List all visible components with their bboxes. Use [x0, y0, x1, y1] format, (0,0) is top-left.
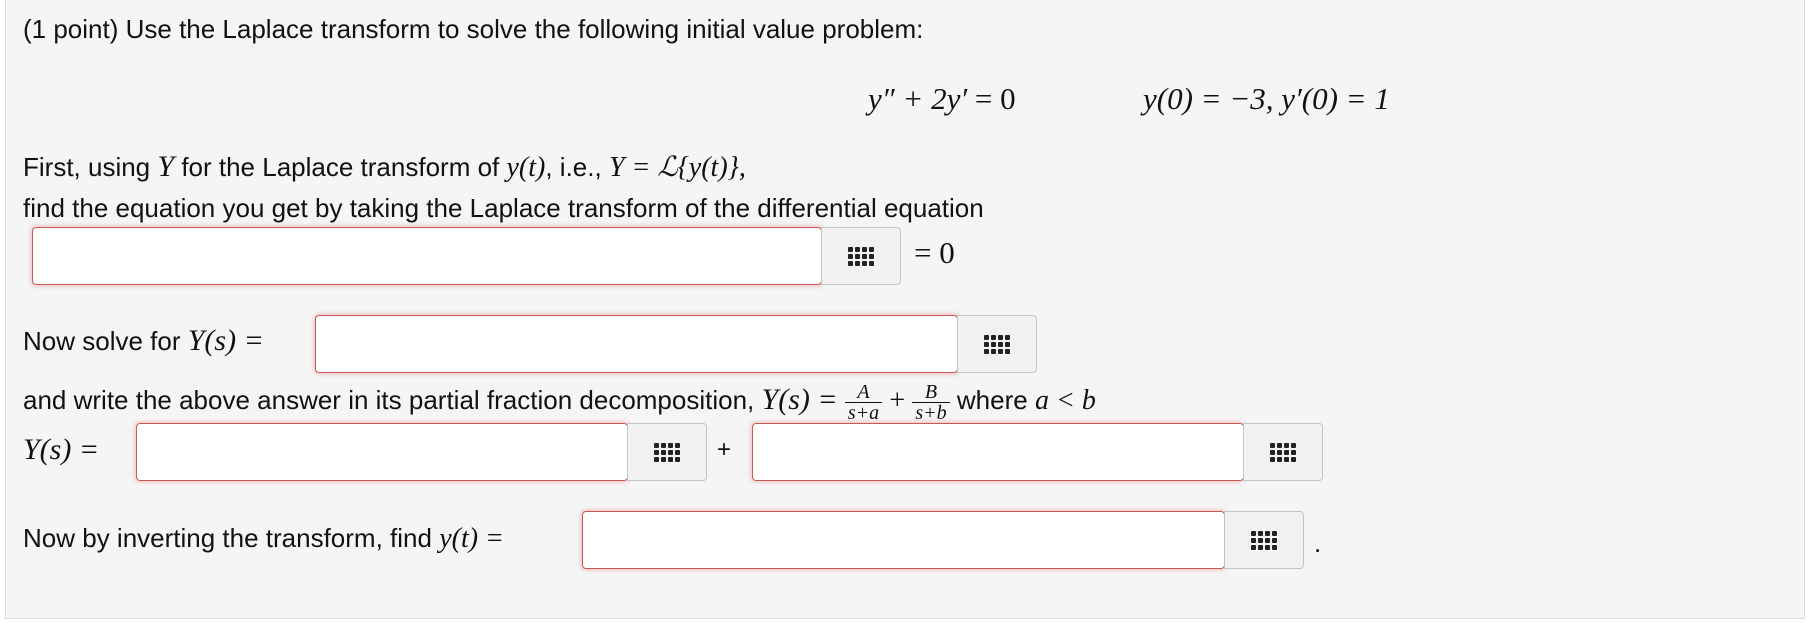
equals-zero: = 0 [914, 235, 955, 270]
step3-line: and write the above answer in its partia… [23, 380, 1096, 424]
fraction-A: As+a [844, 382, 883, 423]
end-period: . [1314, 528, 1322, 558]
problem-panel: (1 point) Use the Laplace transform to s… [5, 0, 1805, 619]
math-palette-grid-icon [848, 246, 874, 266]
step2-label: Now solve for Y(s) = [23, 324, 264, 357]
partial-fraction-term1-input[interactable] [136, 423, 628, 481]
palette-button-1[interactable] [821, 227, 901, 285]
step1-line2: find the equation you get by taking the … [23, 193, 984, 223]
initial-conditions: y(0) = −3, y′(0) = 1 [1143, 81, 1390, 116]
step4-label: Now by inverting the transform, find y(t… [23, 523, 504, 554]
transformed-equation-input[interactable] [32, 227, 822, 285]
partial-fraction-label: Y(s) = [23, 433, 100, 466]
Y-solution-input[interactable] [315, 315, 958, 373]
palette-button-4[interactable] [1243, 423, 1323, 481]
math-palette-grid-icon [654, 442, 680, 462]
palette-button-3[interactable] [627, 423, 707, 481]
math-palette-grid-icon [984, 334, 1010, 354]
partial-fraction-term2-input[interactable] [752, 423, 1244, 481]
math-palette-grid-icon [1270, 442, 1296, 462]
palette-button-5[interactable] [1224, 511, 1304, 569]
step1-line1: First, using Y for the Laplace transform… [23, 150, 746, 183]
ode-equation: y″ + 2y′ = 0 [868, 81, 1016, 116]
fraction-B: Bs+b [912, 382, 950, 423]
math-palette-grid-icon [1251, 530, 1277, 550]
problem-intro: (1 point) Use the Laplace transform to s… [23, 14, 924, 44]
y-solution-input[interactable] [582, 511, 1225, 569]
plus-sign: + [717, 436, 732, 463]
palette-button-2[interactable] [957, 315, 1037, 373]
